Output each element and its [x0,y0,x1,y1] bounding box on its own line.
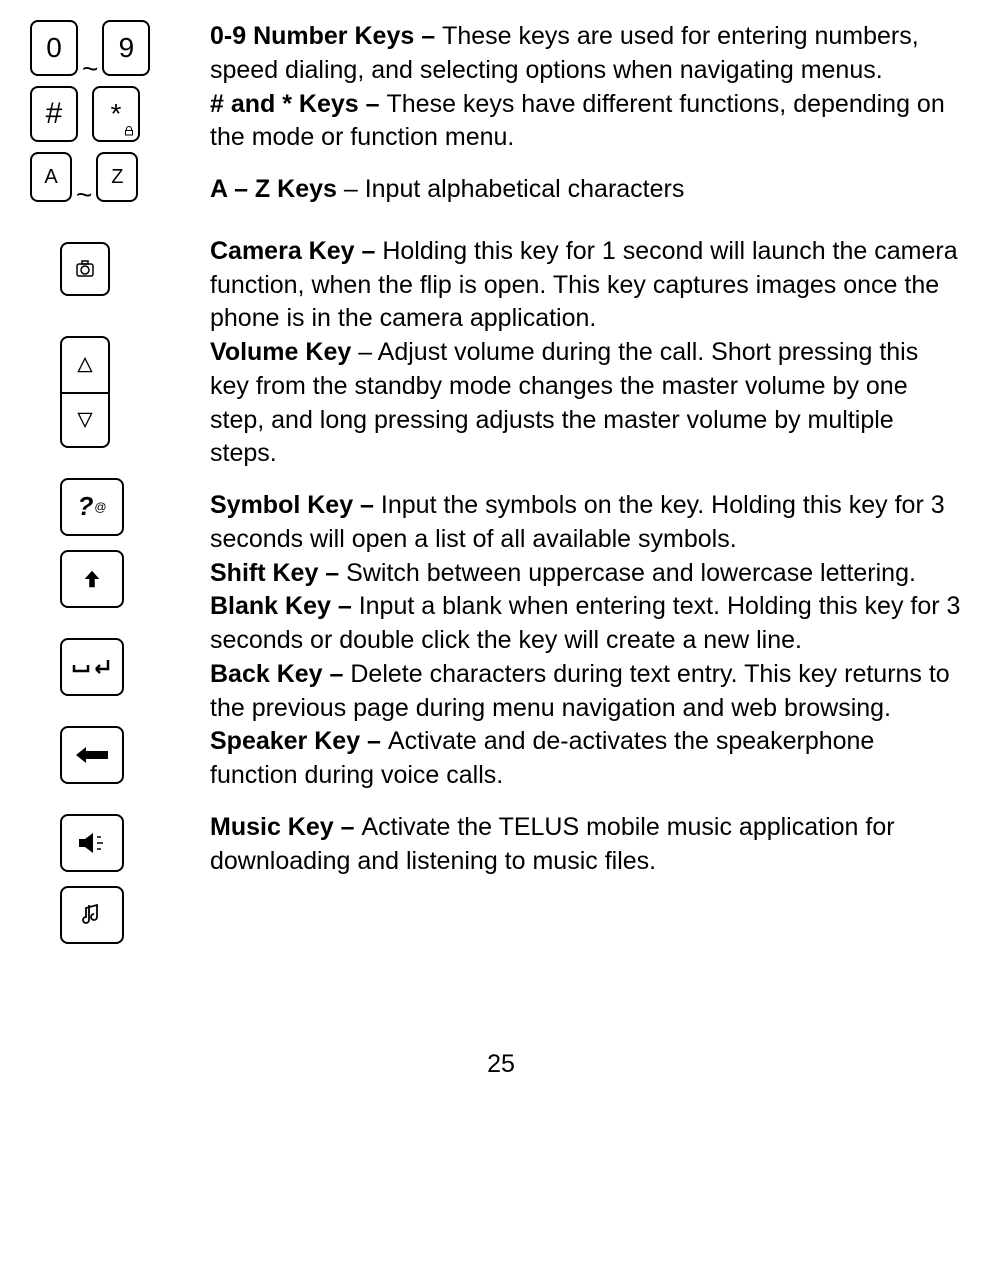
tilde-icon: ~ [82,50,98,88]
title-az: A – Z Keys [210,175,337,203]
shift-key-icon [60,550,210,608]
music-key-icon [60,886,210,944]
para-volume: Volume Key – Adjust volume during the ca… [210,336,962,471]
speaker-icon [60,814,124,872]
title-music: Music Key – [210,813,361,841]
title-back: Back Key – [210,660,350,688]
para-shift: Shift Key – Switch between uppercase and… [210,557,962,591]
key-star-icon: * [92,86,140,142]
description-column: 0-9 Number Keys – These keys are used fo… [210,20,972,878]
key-hash-icon: # [30,86,78,142]
icon-column: 0 ~ 9 # * A ~ Z [30,20,210,958]
key-z-icon: Z [96,152,138,202]
para-music: Music Key – Activate the TELUS mobile mu… [210,811,962,879]
para-blank: Blank Key – Input a blank when entering … [210,590,962,658]
sep-az: – [337,175,365,203]
para-hash-star: # and * Keys – These keys have different… [210,88,962,156]
arrow-up-icon [60,550,124,608]
para-az: A – Z Keys – Input alphabetical characte… [210,173,962,207]
tilde-icon-2: ~ [76,176,92,214]
volume-up-icon [60,336,110,392]
title-shift: Shift Key – [210,559,346,587]
title-camera: Camera Key – [210,237,382,265]
title-blank: Blank Key – [210,592,359,620]
title-hash-star: # and * Keys – [210,90,386,118]
volume-down-icon [60,392,110,448]
para-camera: Camera Key – Holding this key for 1 seco… [210,235,962,336]
page-number: 25 [30,1048,972,1082]
camera-icon [60,242,110,296]
speaker-key-icon [60,814,210,872]
lock-small-icon [123,125,135,137]
body-az: Input alphabetical characters [365,175,685,203]
back-key-icon [60,726,210,784]
arrow-left-icon [60,726,124,784]
blank-key-icon [60,638,210,696]
body-shift: Switch between uppercase and lowercase l… [346,559,916,587]
para-symbol: Symbol Key – Input the symbols on the ke… [210,489,962,557]
title-speaker: Speaker Key – [210,727,388,755]
title-volume: Volume Key [210,338,351,366]
content-row: 0 ~ 9 # * A ~ Z [30,20,972,958]
sep-volume: – [351,338,377,366]
music-note-icon [60,886,124,944]
para-speaker: Speaker Key – Activate and de-activates … [210,725,962,793]
hash-star-keys-icon: # * [30,86,210,142]
volume-key-icon [60,336,110,448]
title-number-keys: 0-9 Number Keys – [210,22,442,50]
symbol-key-icon: ?@ [60,478,210,536]
number-keys-icon: 0 ~ 9 [30,20,210,76]
para-back: Back Key – Delete characters during text… [210,658,962,726]
letter-keys-icon: A ~ Z [30,152,210,202]
space-enter-icon [60,638,124,696]
key-a-icon: A [30,152,72,202]
question-at-icon: ?@ [60,478,124,536]
title-symbol: Symbol Key – [210,491,381,519]
key-0-icon: 0 [30,20,78,76]
key-9-icon: 9 [102,20,150,76]
star-glyph: * [111,95,122,133]
camera-key-icon [60,242,210,296]
para-number-keys: 0-9 Number Keys – These keys are used fo… [210,20,962,88]
